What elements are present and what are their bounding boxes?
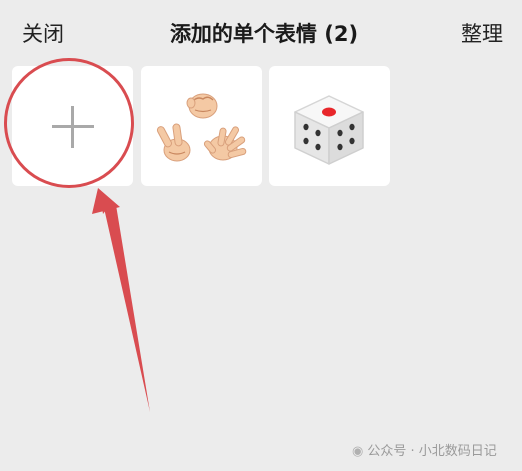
rock-paper-scissors-icon bbox=[156, 93, 247, 162]
watermark: ◉ 公众号 · 小北数码日记 bbox=[352, 444, 497, 459]
add-sticker-button[interactable] bbox=[12, 66, 133, 186]
sticker-dice[interactable] bbox=[269, 66, 390, 186]
wechat-icon: ◉ bbox=[352, 444, 364, 459]
organize-button[interactable]: 整理 bbox=[461, 18, 503, 48]
dice-icon bbox=[294, 95, 364, 165]
sticker-rock-paper-scissors[interactable] bbox=[141, 66, 262, 186]
top-bar: 关闭 添加的单个表情 (2) 整理 bbox=[0, 0, 522, 62]
page-title: 添加的单个表情 (2) bbox=[169, 22, 359, 46]
